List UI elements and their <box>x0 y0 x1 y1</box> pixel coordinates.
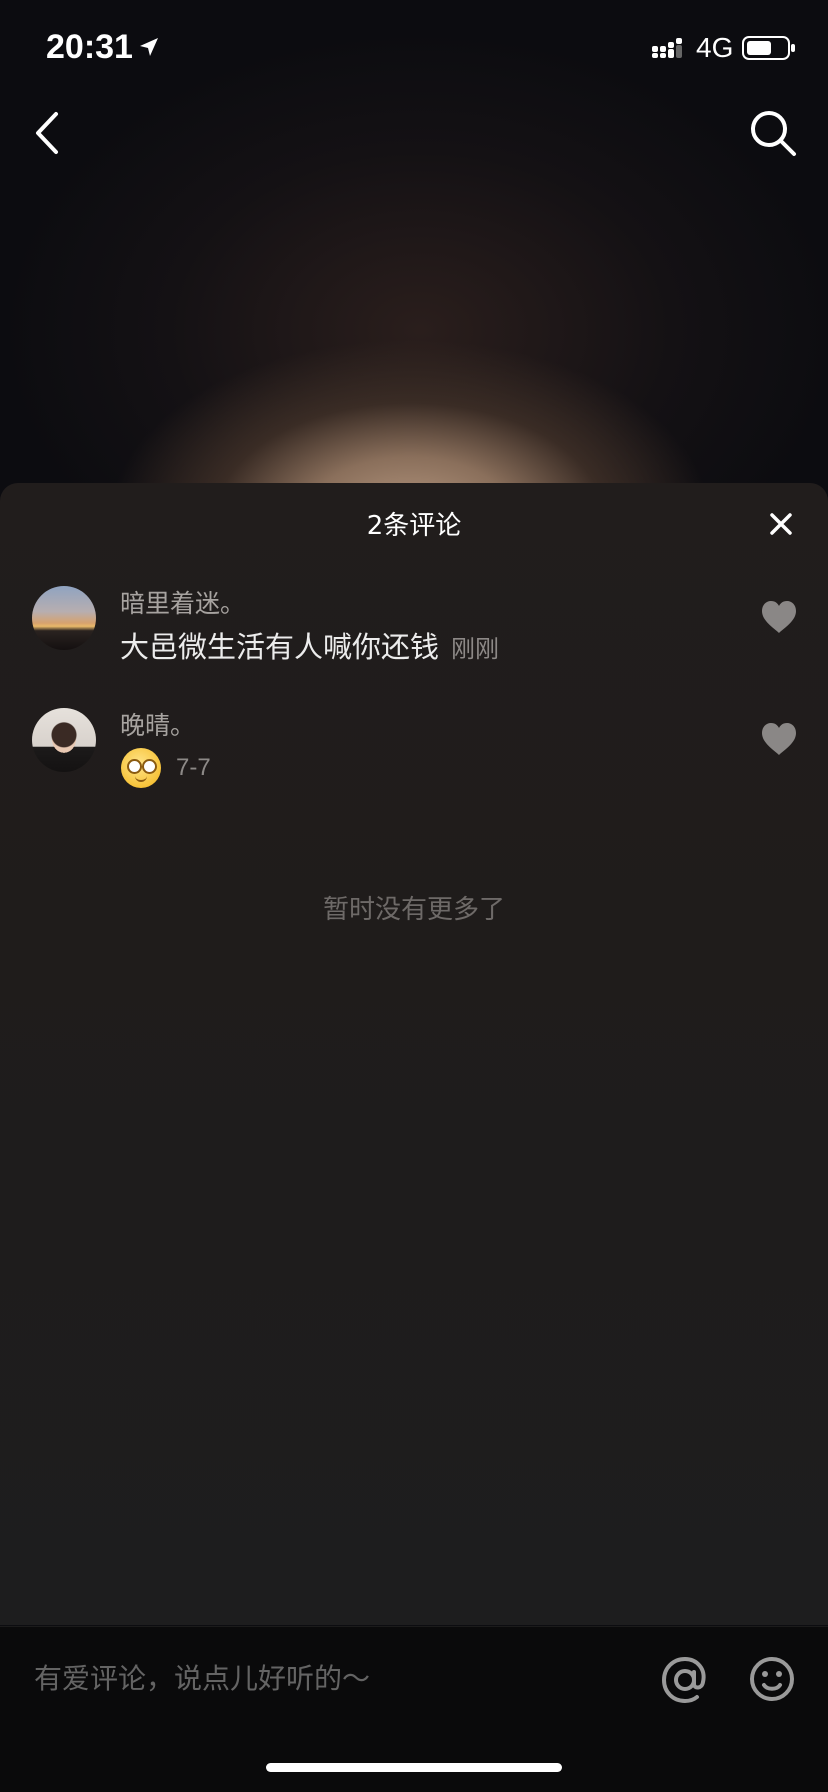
smiling-face-emoji-icon <box>121 748 161 788</box>
status-bar: 20:31 4G <box>0 0 828 100</box>
signal-icon <box>652 38 682 58</box>
comment-item: 暗里着迷。 大邑微生活有人喊你还钱 刚刚 <box>0 584 828 694</box>
comment-time: 刚刚 <box>451 635 500 663</box>
comments-title: 2条评论 <box>366 511 462 541</box>
emoji-icon[interactable] <box>748 1655 796 1703</box>
back-icon[interactable] <box>30 110 70 156</box>
comment-item: 晚晴。 7-7 <box>0 706 828 816</box>
comments-panel: 2条评论 暗里着迷。 大邑微生活有人喊你还钱 刚刚 晚晴。 7-7 暂时没有更多… <box>0 483 828 1625</box>
comment-time: 7-7 <box>176 754 211 781</box>
comment-input[interactable] <box>34 1653 594 1703</box>
close-icon[interactable] <box>764 507 798 541</box>
comment-text-row: 大邑微生活有人喊你还钱 刚刚 <box>120 624 499 666</box>
search-icon[interactable] <box>748 108 798 158</box>
comment-username[interactable]: 晚晴。 <box>120 706 195 742</box>
avatar[interactable] <box>32 708 96 772</box>
network-type: 4G <box>696 32 734 63</box>
top-navigation <box>0 100 828 170</box>
location-arrow-icon <box>140 38 158 56</box>
no-more-comments-text: 暂时没有更多了 <box>322 895 505 925</box>
avatar[interactable] <box>32 586 96 650</box>
heart-icon[interactable] <box>760 600 798 634</box>
at-icon[interactable] <box>660 1655 710 1705</box>
comment-text: 大邑微生活有人喊你还钱 <box>120 630 440 664</box>
status-time: 20:31 <box>46 28 133 66</box>
comment-screen: 20:31 4G 2条评论 暗里着迷。 大邑微生活有人喊你还钱 刚刚 晚晴。 7… <box>0 0 828 1792</box>
battery-icon <box>742 36 795 60</box>
heart-icon[interactable] <box>760 722 798 756</box>
home-indicator <box>266 1763 562 1772</box>
comment-username[interactable]: 暗里着迷。 <box>120 584 245 620</box>
